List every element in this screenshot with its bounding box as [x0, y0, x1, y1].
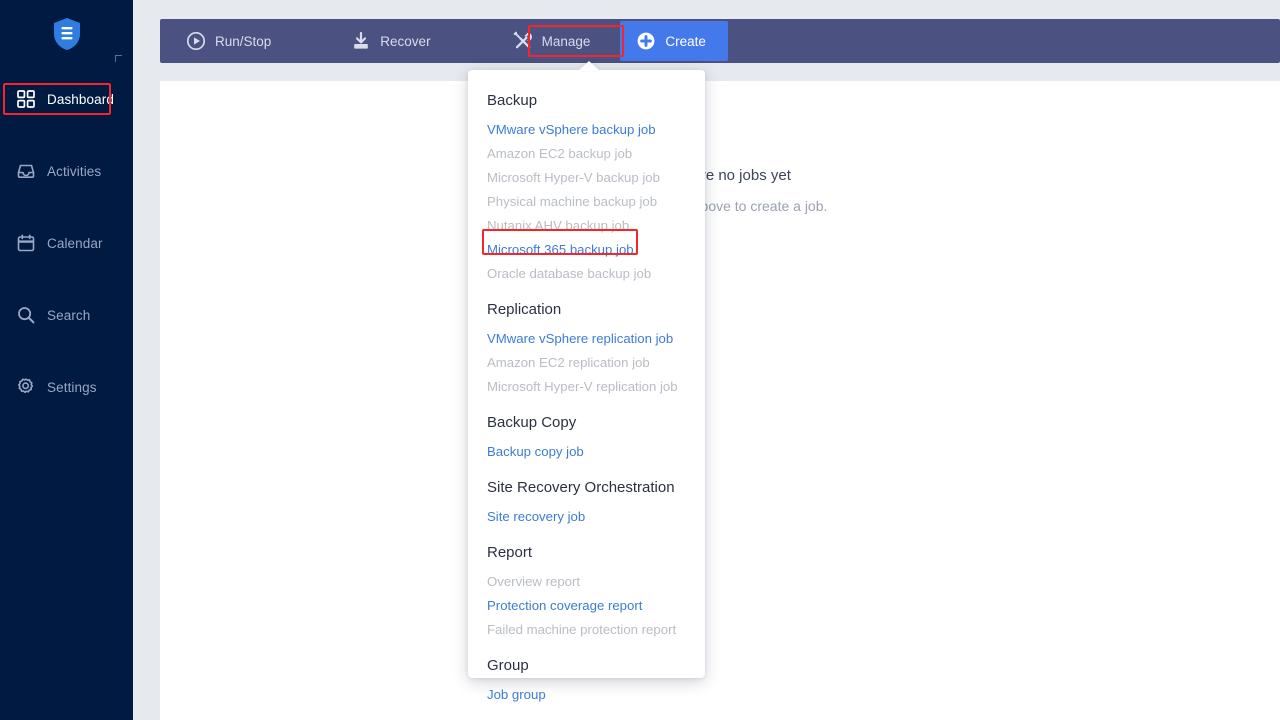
- menu-item-microsoft-365-backup-job[interactable]: Microsoft 365 backup job: [468, 238, 705, 262]
- calendar-icon: [17, 234, 35, 252]
- app-logo[interactable]: [0, 8, 133, 60]
- menu-group-title: Backup Copy: [487, 414, 577, 431]
- sidebar-item-label: Activities: [47, 163, 102, 179]
- empty-state-subtitle: Click Create above to create a job.: [612, 198, 828, 214]
- sidebar-item-search[interactable]: Search: [10, 302, 126, 328]
- menu-group-replication: Replication VMware vSphere replication j…: [468, 301, 705, 399]
- menu-item-amazon-ec2-backup-job: Amazon EC2 backup job: [487, 146, 633, 161]
- menu-item-physical-machine-backup-job: Physical machine backup job: [487, 194, 658, 209]
- menu-group-title: Backup: [487, 92, 538, 109]
- manage-label: Manage: [541, 33, 591, 49]
- menu-item-protection-coverage-report[interactable]: Protection coverage report: [468, 594, 705, 618]
- sidebar: Dashboard Activities Calendar Search Set…: [0, 0, 133, 720]
- menu-item-microsoft-hyper-v-backup-job: Microsoft Hyper-V backup job: [487, 170, 660, 185]
- main-toolbar: Run/Stop Recover Manage Create: [160, 19, 1280, 63]
- run-stop-button[interactable]: Run/Stop: [168, 19, 289, 63]
- corner-marker: [115, 55, 122, 62]
- play-circle-icon: [186, 31, 206, 51]
- tools-icon: [513, 31, 532, 49]
- search-icon: [18, 307, 35, 324]
- sidebar-item-calendar[interactable]: Calendar: [10, 230, 126, 256]
- plus-circle-icon: [637, 32, 655, 50]
- menu-item-oracle-database-backup-job: Oracle database backup job: [487, 266, 652, 281]
- sidebar-item-label: Settings: [47, 379, 97, 395]
- menu-item-nutanix-ahv-backup-job: Nutanix AHV backup job: [487, 218, 630, 233]
- gear-icon: [18, 378, 34, 394]
- empty-state: There are no jobs yet Click Create above…: [160, 167, 1280, 214]
- menu-item-overview-report: Overview report: [487, 574, 581, 589]
- menu-group-backup-copy: Backup Copy Backup copy job: [468, 414, 705, 464]
- recover-label: Recover: [380, 33, 431, 49]
- sidebar-item-settings[interactable]: Settings: [10, 374, 126, 400]
- menu-group-site-recovery-orchestration: Site Recovery Orchestration Site recover…: [468, 479, 705, 529]
- shield-logo-icon: [53, 18, 80, 50]
- download-tray-icon: [354, 31, 369, 49]
- menu-item-amazon-ec2-replication-job: Amazon EC2 replication job: [487, 355, 650, 370]
- app-root: Dashboard Activities Calendar Search Set…: [0, 0, 1280, 720]
- menu-item-microsoft-hyper-v-replication-job: Microsoft Hyper-V replication job: [487, 379, 678, 394]
- menu-group-report: Report Overview report Protection covera…: [468, 544, 705, 642]
- create-label: Create: [665, 33, 706, 49]
- menu-item-job-group[interactable]: Job group: [468, 683, 705, 707]
- dropdown-arrow: [578, 61, 600, 71]
- menu-item-backup-copy-job[interactable]: Backup copy job: [468, 440, 705, 464]
- left-gutter: [133, 0, 160, 720]
- menu-item-vmware-vsphere-backup-job[interactable]: VMware vSphere backup job: [468, 118, 705, 142]
- menu-item-site-recovery-job[interactable]: Site recovery job: [468, 505, 705, 529]
- sidebar-item-label: Search: [47, 307, 91, 323]
- sidebar-item-label: Calendar: [47, 235, 103, 251]
- menu-group-group: Group Job group: [468, 657, 705, 707]
- sidebar-item-activities[interactable]: Activities: [10, 158, 126, 184]
- menu-item-vmware-vsphere-replication-job[interactable]: VMware vSphere replication job: [468, 327, 705, 351]
- content-surface: There are no jobs yet Click Create above…: [160, 81, 1280, 720]
- run-stop-label: Run/Stop: [215, 33, 272, 49]
- menu-group-backup: Backup VMware vSphere backup job Amazon …: [468, 92, 705, 286]
- menu-item-failed-machine-protection-report: Failed machine protection report: [487, 622, 677, 637]
- inbox-icon: [17, 164, 35, 178]
- menu-group-title: Report: [487, 544, 533, 561]
- empty-state-title: There are no jobs yet: [649, 167, 791, 184]
- manage-button[interactable]: Manage: [495, 19, 609, 63]
- sidebar-item-label: Dashboard: [47, 91, 114, 107]
- grid-icon: [17, 90, 35, 108]
- menu-group-title: Replication: [487, 301, 562, 318]
- menu-group-title: Group: [487, 657, 529, 674]
- sidebar-item-dashboard[interactable]: Dashboard: [10, 86, 126, 112]
- create-button[interactable]: Create: [620, 21, 728, 61]
- create-dropdown-menu: Backup VMware vSphere backup job Amazon …: [468, 61, 705, 702]
- menu-group-title: Site Recovery Orchestration: [487, 479, 675, 496]
- recover-button[interactable]: Recover: [333, 19, 448, 63]
